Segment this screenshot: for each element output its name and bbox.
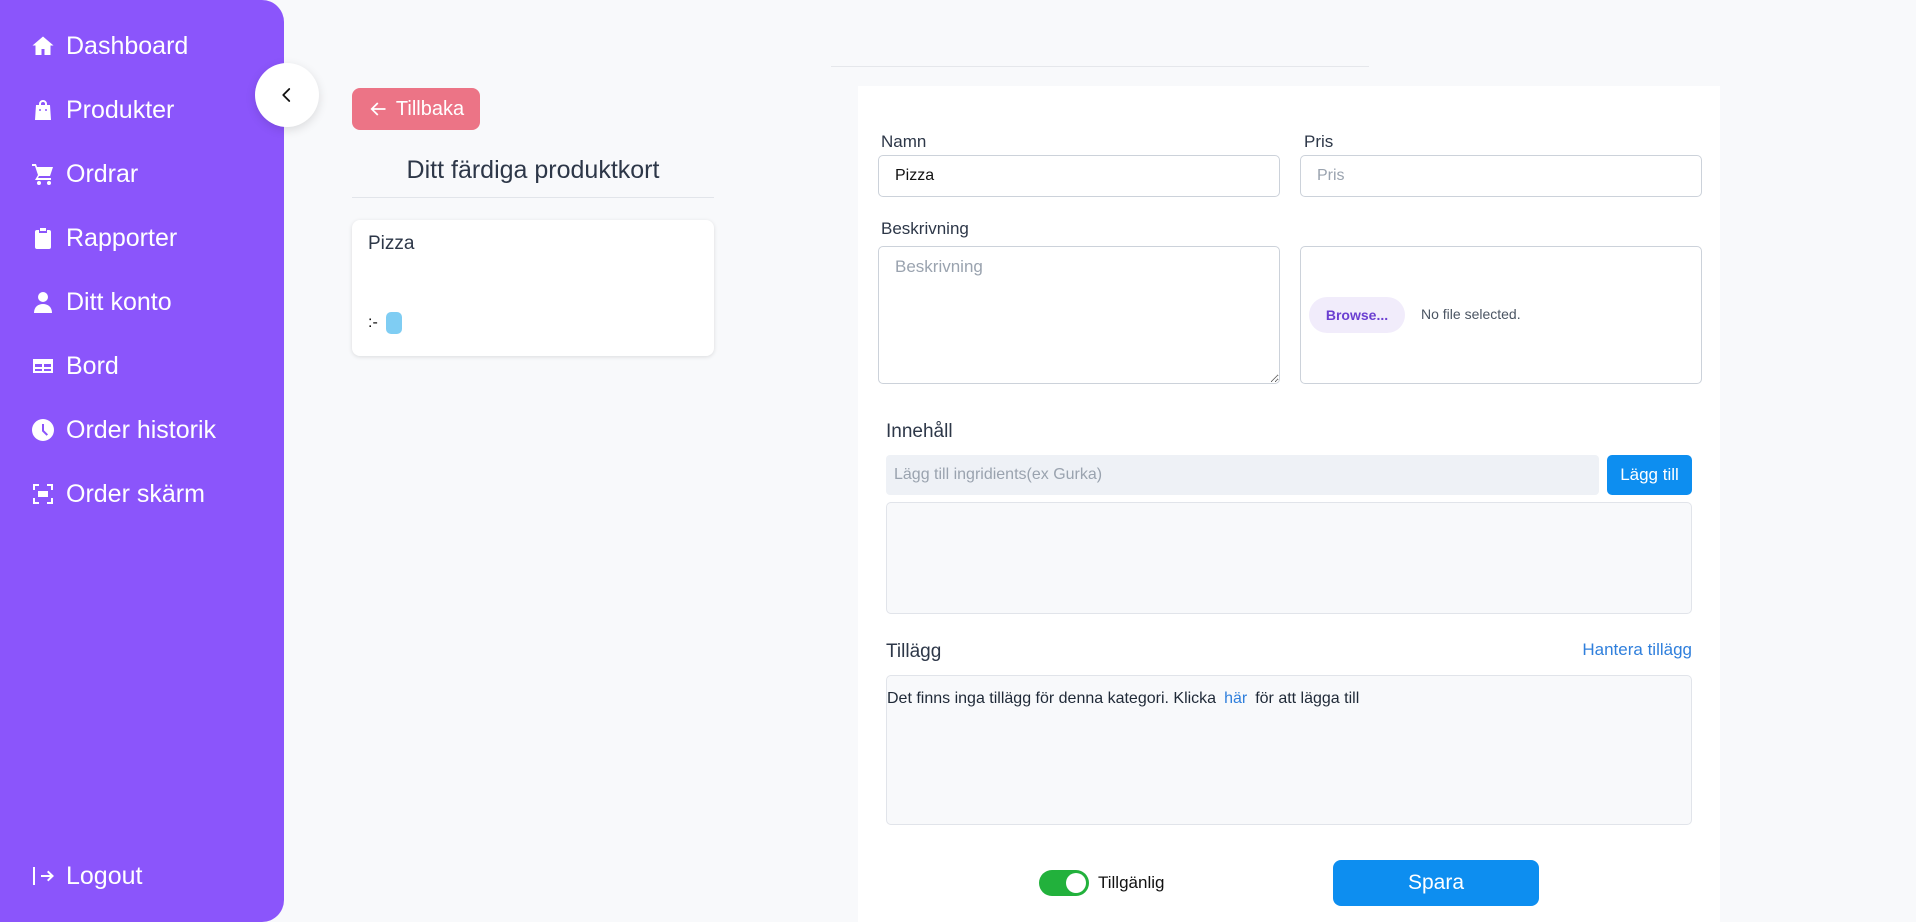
ingredient-input[interactable] (886, 455, 1599, 495)
available-toggle[interactable] (1039, 870, 1089, 896)
clipboard-icon (30, 225, 56, 251)
clock-icon (30, 417, 56, 443)
product-card-price: :- (368, 312, 402, 334)
manage-addons-link[interactable]: Hantera tillägg (1582, 640, 1692, 660)
add-addon-link[interactable]: här (1224, 690, 1247, 707)
sidebar-item-bord[interactable]: Bord (30, 346, 119, 386)
sidebar-item-rapporter[interactable]: Rapporter (30, 218, 177, 258)
product-form: Namn Pris Beskrivning Browse... No file … (858, 86, 1720, 922)
sidebar-item-dashboard[interactable]: Dashboard (30, 26, 188, 66)
sidebar-item-label: Order skärm (66, 479, 205, 508)
toggle-knob (1066, 873, 1086, 893)
sidebar: Dashboard Produkter Ordrar Rapporter Dit… (0, 0, 284, 922)
shopping-bag-icon (30, 97, 56, 123)
sidebar-item-order-historik[interactable]: Order historik (30, 410, 216, 450)
sidebar-item-label: Ordrar (66, 159, 139, 188)
sidebar-item-ordrar[interactable]: Ordrar (30, 154, 138, 194)
table-icon (30, 353, 56, 379)
logout-label: Logout (66, 861, 143, 890)
ingredients-title: Innehåll (886, 421, 953, 442)
cart-icon (30, 161, 56, 187)
sidebar-item-label: Bord (66, 351, 119, 380)
sidebar-item-label: Produkter (66, 95, 175, 124)
back-button[interactable]: Tillbaka (352, 88, 480, 130)
product-card-name: Pizza (368, 233, 415, 254)
product-card-preview: Pizza :- (352, 220, 714, 356)
sidebar-item-ditt-konto[interactable]: Ditt konto (30, 282, 172, 322)
description-label: Beskrivning (881, 219, 969, 238)
sidebar-item-label: Ditt konto (66, 287, 172, 316)
sidebar-item-label: Dashboard (66, 31, 189, 60)
name-input[interactable] (878, 155, 1280, 197)
price-label: Pris (1304, 132, 1334, 151)
add-ingredient-button[interactable]: Lägg till (1607, 455, 1692, 495)
price-prefix: :- (368, 314, 378, 331)
arrow-left-icon (370, 102, 386, 116)
ingredients-list (886, 502, 1692, 614)
sidebar-item-order-skarm[interactable]: Order skärm (30, 474, 205, 514)
product-card-heading: Ditt färdiga produktkort (352, 156, 714, 198)
price-input[interactable] (1300, 155, 1702, 197)
browse-button[interactable]: Browse... (1309, 297, 1405, 333)
sidebar-collapse-button[interactable] (255, 63, 319, 127)
empty-addons-text-after: för att lägga till (1255, 690, 1360, 707)
empty-addons-text: Det finns inga tillägg för denna kategor… (887, 690, 1217, 707)
user-icon (30, 289, 56, 315)
logout-icon (30, 863, 56, 889)
price-badge (385, 312, 402, 334)
image-upload: Browse... No file selected. (1300, 246, 1702, 384)
addons-box: Det finns inga tillägg för denna kategor… (886, 675, 1692, 825)
sidebar-item-produkter[interactable]: Produkter (30, 90, 174, 130)
available-label: Tillgänlig (1098, 873, 1165, 892)
description-textarea[interactable] (878, 246, 1280, 384)
logout-button[interactable]: Logout (30, 856, 142, 896)
empty-addons-message: Det finns inga tillägg för denna kategor… (887, 690, 1359, 708)
addons-title: Tillägg (886, 641, 942, 662)
file-status: No file selected. (1421, 306, 1521, 322)
save-button[interactable]: Spara (1333, 860, 1539, 906)
sidebar-item-label: Rapporter (66, 223, 178, 252)
top-divider (831, 66, 1369, 67)
screen-icon (30, 481, 56, 507)
home-icon (30, 33, 56, 59)
back-button-label: Tillbaka (395, 97, 465, 120)
name-label: Namn (881, 132, 927, 151)
chevron-left-icon (282, 88, 291, 102)
sidebar-item-label: Order historik (66, 415, 217, 444)
